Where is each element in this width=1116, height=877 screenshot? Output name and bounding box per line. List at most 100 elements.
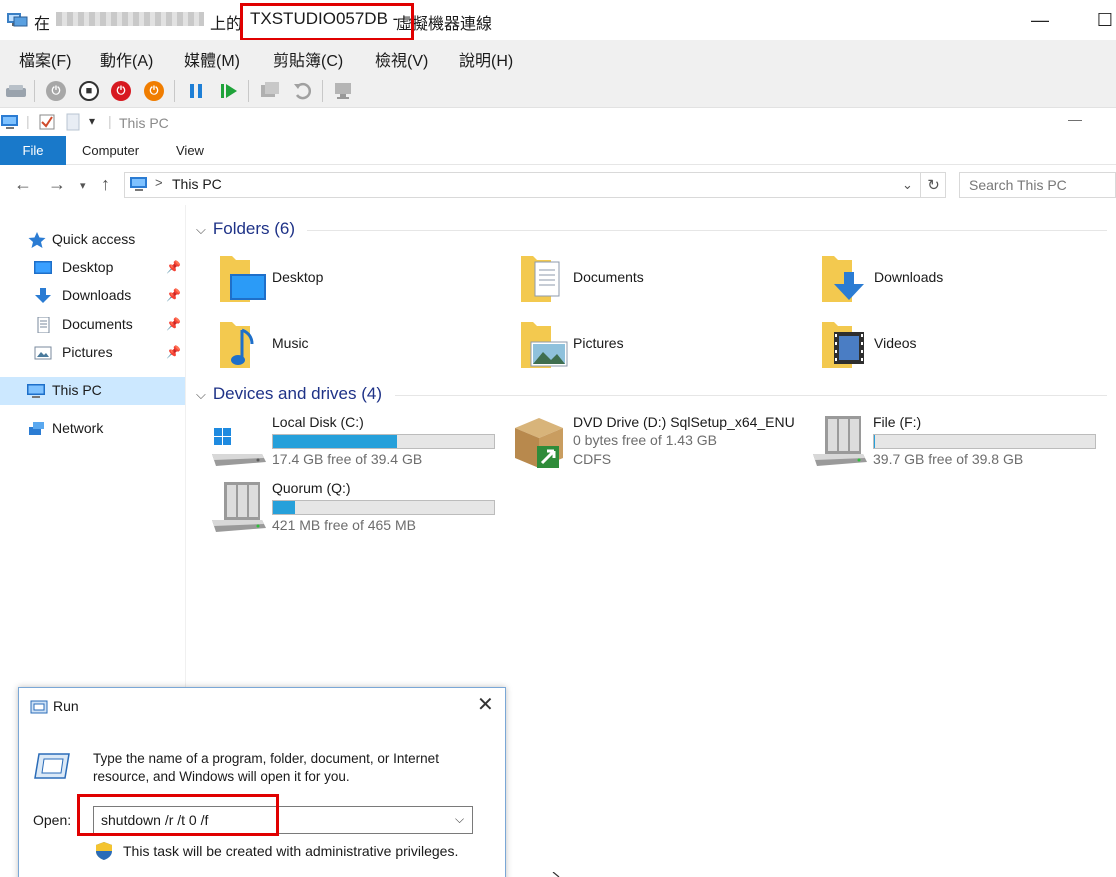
drive-f[interactable]: File (F:) 39.7 GB free of 39.8 GB	[811, 414, 1101, 478]
power-icon[interactable]: ⏻	[142, 79, 166, 103]
minimize-button[interactable]: —	[1025, 6, 1055, 34]
run-description: Type the name of a program, folder, docu…	[93, 751, 439, 784]
star-icon	[28, 232, 46, 248]
drive-q-usage-bar	[272, 500, 495, 515]
tab-computer[interactable]: Computer	[82, 143, 139, 158]
uac-shield-icon	[96, 842, 112, 860]
menu-view[interactable]: 檢視(V)	[375, 47, 428, 71]
enhanced-session-icon[interactable]	[332, 79, 356, 103]
ctrl-alt-del-icon[interactable]	[4, 79, 28, 103]
folder-downloads[interactable]: Downloads	[818, 252, 1108, 312]
drive-c[interactable]: Local Disk (C:) 17.4 GB free of 39.4 GB	[210, 414, 500, 478]
explorer-quick-access-toolbar: | ▾ | This PC —	[0, 109, 1116, 136]
folder-music[interactable]: Music	[216, 318, 506, 378]
folder-desktop[interactable]: Desktop	[216, 252, 506, 312]
refresh-icon[interactable]: ↻	[920, 172, 946, 198]
highlight-box-command	[77, 794, 279, 836]
chevron-down-icon[interactable]: ⌵	[455, 812, 464, 827]
tab-file[interactable]: File	[0, 136, 66, 165]
pause-icon[interactable]	[184, 79, 208, 103]
toolbar-separator	[322, 80, 323, 102]
maximize-icon: ☐	[1096, 9, 1114, 30]
folder-videos[interactable]: Videos	[818, 318, 1108, 378]
chevron-down-icon: ⌵	[196, 387, 206, 402]
folders-group-header[interactable]: ⌵ Folders (6)	[196, 219, 295, 239]
menu-media[interactable]: 媒體(M)	[184, 47, 240, 71]
documents-folder-icon	[521, 256, 560, 302]
group-divider	[307, 230, 1107, 231]
address-dropdown-icon[interactable]: ⌄	[902, 177, 913, 193]
sidebar-item-network[interactable]: Network	[0, 415, 185, 443]
resume-icon[interactable]	[217, 79, 241, 103]
vm-title-bar: 在 上的 TXSTUDIO057DB - 虛擬機器連線 — ☐	[0, 0, 1116, 41]
folder-pictures[interactable]: Pictures	[517, 318, 807, 378]
run-icon	[30, 700, 48, 714]
desktop-folder-icon	[220, 256, 266, 302]
pin-icon: 📌	[166, 345, 181, 359]
tab-view[interactable]: View	[176, 143, 204, 158]
start-icon[interactable]: ⏻	[44, 79, 68, 103]
run-program-icon	[34, 753, 70, 779]
downloads-folder-icon	[822, 256, 864, 302]
pin-icon: 📌	[166, 317, 181, 331]
pin-icon: 📌	[166, 288, 181, 302]
turn-off-icon[interactable]: ■	[77, 79, 101, 103]
highlight-box-machine-name	[240, 3, 414, 41]
this-pc-icon	[27, 384, 45, 398]
sidebar-item-desktop[interactable]: Desktop 📌	[0, 254, 185, 282]
back-arrow-icon[interactable]: ←	[14, 174, 32, 195]
server-drive-icon	[813, 416, 867, 466]
pin-icon: 📌	[166, 260, 181, 274]
shutdown-icon[interactable]: ⏻	[109, 79, 133, 103]
pictures-icon	[34, 346, 52, 360]
drive-f-usage-bar	[873, 434, 1096, 449]
explorer-minimize-icon[interactable]: —	[1068, 111, 1082, 127]
breadcrumb-separator-icon: >	[155, 175, 163, 190]
qat-dropdown-icon[interactable]: ▾	[89, 114, 95, 128]
drive-q-usage-fill	[273, 501, 296, 514]
menu-action[interactable]: 動作(A)	[100, 47, 153, 71]
up-arrow-icon[interactable]: ↑	[101, 174, 110, 195]
toolbar-separator	[248, 80, 249, 102]
sidebar-item-this-pc[interactable]: This PC	[0, 377, 185, 405]
address-bar[interactable]	[124, 172, 946, 198]
menu-help[interactable]: 說明(H)	[459, 47, 513, 71]
menu-file[interactable]: 檔案(F)	[19, 47, 71, 71]
properties-icon[interactable]	[38, 113, 56, 131]
drives-group-header[interactable]: ⌵ Devices and drives (4)	[196, 384, 382, 404]
forward-arrow-icon[interactable]: →	[48, 174, 66, 195]
sidebar-item-quick-access[interactable]: Quick access	[0, 226, 185, 254]
minimize-icon: —	[1031, 9, 1049, 30]
vm-toolbar: ⏻ ■ ⏻ ⏻	[0, 74, 1116, 108]
revert-icon[interactable]	[290, 79, 314, 103]
drive-c-usage-bar	[272, 434, 495, 449]
close-icon[interactable]: ✕	[477, 692, 494, 717]
drive-q[interactable]: Quorum (Q:) 421 MB free of 465 MB	[210, 480, 500, 544]
sidebar-item-documents[interactable]: Documents 📌	[0, 311, 185, 339]
music-folder-icon	[220, 322, 254, 368]
sidebar-item-downloads[interactable]: Downloads 📌	[0, 282, 185, 310]
checkpoint-icon[interactable]	[258, 79, 282, 103]
vm-menu-bar: 檔案(F) 動作(A) 媒體(M) 剪貼簿(C) 檢視(V) 說明(H)	[0, 40, 1116, 74]
drive-d[interactable]: DVD Drive (D:) SqlSetup_x64_ENU 0 bytes …	[511, 414, 801, 478]
menu-clipboard[interactable]: 剪貼簿(C)	[273, 47, 343, 71]
new-folder-icon[interactable]	[65, 113, 81, 131]
server-drive-icon	[212, 482, 266, 532]
vm-title-prefix: 在	[34, 16, 51, 33]
desktop-icon	[34, 261, 52, 274]
drive-c-usage-fill	[273, 435, 397, 448]
explorer-window-title: This PC	[119, 115, 169, 131]
chevron-down-icon: ⌵	[196, 222, 206, 237]
run-dialog-title: Run	[53, 698, 79, 714]
toolbar-separator	[174, 80, 175, 102]
mouse-cursor-icon	[552, 872, 560, 877]
maximize-button[interactable]: ☐	[1090, 6, 1116, 34]
network-icon	[29, 422, 44, 435]
sidebar-item-pictures[interactable]: Pictures 📌	[0, 339, 185, 367]
recent-locations-icon[interactable]: ▾	[80, 179, 86, 192]
pictures-folder-icon	[521, 322, 568, 368]
vm-connection-icon	[7, 13, 28, 27]
folder-documents[interactable]: Documents	[517, 252, 807, 312]
search-input[interactable]: Search This PC	[959, 172, 1116, 198]
ribbon-tabs: File Computer View	[0, 136, 1116, 165]
